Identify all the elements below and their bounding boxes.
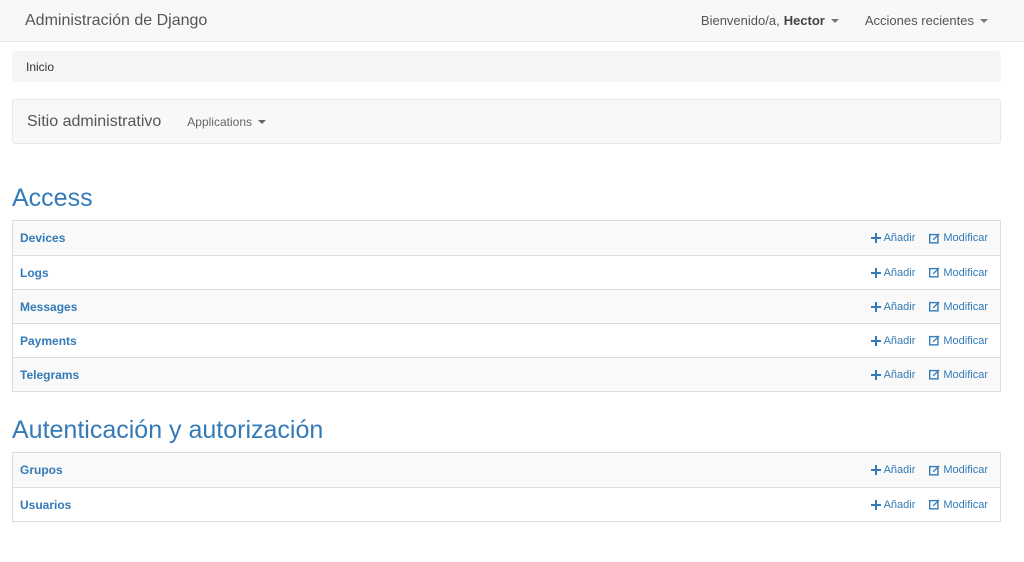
edit-icon bbox=[929, 267, 940, 278]
model-link[interactable]: Grupos bbox=[20, 463, 63, 477]
table-row: Logs Añadir Modificar bbox=[13, 255, 1000, 289]
change-label: Modificar bbox=[943, 464, 988, 476]
edit-icon bbox=[929, 301, 940, 312]
add-label: Añadir bbox=[883, 334, 916, 347]
applications-label: Applications bbox=[187, 114, 252, 129]
recent-actions-label: Acciones recientes bbox=[864, 13, 974, 28]
change-label: Modificar bbox=[943, 232, 988, 244]
row-actions: Añadir Modificar bbox=[870, 464, 988, 476]
site-brand[interactable]: Administración de Django bbox=[25, 12, 207, 30]
model-link[interactable]: Messages bbox=[20, 300, 77, 314]
edit-icon bbox=[929, 232, 940, 244]
row-actions: Añadir Modificar bbox=[870, 334, 988, 347]
change-button[interactable]: Modificar bbox=[929, 335, 988, 347]
model-table: Grupos Añadir Modificar Usuarios Añadir Modif… bbox=[12, 452, 1001, 522]
add-label: Añadir bbox=[883, 464, 916, 476]
module-title[interactable]: Autenticación y autorización bbox=[12, 410, 1001, 446]
sub-navbar: Sitio administrativo Applications bbox=[12, 99, 1001, 144]
plus-icon bbox=[870, 499, 881, 510]
table-row: Telegrams Añadir Modificar bbox=[13, 357, 1000, 391]
change-button[interactable]: Modificar bbox=[929, 267, 988, 279]
chevron-down-icon bbox=[830, 18, 839, 23]
plus-icon bbox=[870, 301, 881, 312]
breadcrumb: Inicio bbox=[12, 51, 1001, 82]
edit-icon bbox=[929, 499, 940, 510]
add-button[interactable]: Añadir bbox=[870, 368, 916, 381]
username: Hector bbox=[783, 13, 825, 28]
change-button[interactable]: Modificar bbox=[929, 301, 988, 313]
add-button[interactable]: Añadir bbox=[870, 334, 916, 347]
model-link[interactable]: Usuarios bbox=[20, 498, 71, 512]
add-label: Añadir bbox=[883, 368, 916, 381]
table-row: Devices Añadir Modificar bbox=[13, 221, 1000, 255]
change-button[interactable]: Modificar bbox=[929, 232, 988, 244]
welcome-text: Bienvenido/a, bbox=[700, 13, 780, 28]
add-label: Añadir bbox=[883, 498, 916, 511]
row-actions: Añadir Modificar bbox=[870, 232, 988, 244]
row-actions: Añadir Modificar bbox=[870, 498, 988, 511]
add-label: Añadir bbox=[883, 266, 916, 279]
applications-menu[interactable]: Applications bbox=[187, 115, 266, 129]
plus-icon bbox=[870, 267, 881, 278]
change-label: Modificar bbox=[943, 266, 988, 279]
app-module: Access Devices Añadir Modificar Logs Añadir Mo… bbox=[12, 178, 1001, 392]
add-button[interactable]: Añadir bbox=[870, 300, 916, 313]
app-modules: Access Devices Añadir Modificar Logs Añadir Mo… bbox=[0, 178, 1024, 522]
model-table: Devices Añadir Modificar Logs Añadir Modifica… bbox=[12, 220, 1001, 392]
change-label: Modificar bbox=[943, 334, 988, 347]
breadcrumb-home[interactable]: Inicio bbox=[26, 60, 54, 74]
plus-icon bbox=[870, 465, 881, 475]
edit-icon bbox=[929, 464, 940, 476]
subnav-title[interactable]: Sitio administrativo bbox=[27, 113, 161, 131]
navbar-right: Bienvenido/a, Hector Acciones recientes bbox=[701, 13, 988, 28]
table-row: Grupos Añadir Modificar bbox=[13, 453, 1000, 487]
table-row: Messages Añadir Modificar bbox=[13, 289, 1000, 323]
model-link[interactable]: Logs bbox=[20, 266, 49, 280]
plus-icon bbox=[870, 369, 881, 380]
row-actions: Añadir Modificar bbox=[870, 368, 988, 381]
chevron-down-icon bbox=[980, 18, 988, 23]
table-row: Usuarios Añadir Modificar bbox=[13, 487, 1000, 521]
table-row: Payments Añadir Modificar bbox=[13, 323, 1000, 357]
change-button[interactable]: Modificar bbox=[929, 464, 988, 476]
row-actions: Añadir Modificar bbox=[870, 266, 988, 279]
change-button[interactable]: Modificar bbox=[929, 369, 988, 381]
recent-actions-menu[interactable]: Acciones recientes bbox=[865, 13, 988, 28]
add-label: Añadir bbox=[883, 300, 916, 313]
app-module: Autenticación y autorización Grupos Añadir… bbox=[12, 410, 1001, 522]
chevron-down-icon bbox=[258, 119, 266, 124]
change-button[interactable]: Modificar bbox=[929, 499, 988, 511]
add-button[interactable]: Añadir bbox=[870, 498, 916, 511]
edit-icon bbox=[929, 335, 940, 346]
model-link[interactable]: Payments bbox=[20, 334, 77, 348]
user-menu[interactable]: Bienvenido/a, Hector bbox=[701, 13, 839, 28]
add-button[interactable]: Añadir bbox=[870, 232, 916, 244]
add-button[interactable]: Añadir bbox=[870, 266, 916, 279]
plus-icon bbox=[870, 233, 881, 243]
change-label: Modificar bbox=[943, 498, 988, 511]
top-navbar: Administración de Django Bienvenido/a, H… bbox=[0, 0, 1024, 42]
module-title[interactable]: Access bbox=[12, 178, 1001, 214]
add-button[interactable]: Añadir bbox=[870, 464, 916, 476]
add-label: Añadir bbox=[883, 232, 916, 244]
model-link[interactable]: Devices bbox=[20, 231, 65, 245]
change-label: Modificar bbox=[943, 300, 988, 313]
model-link[interactable]: Telegrams bbox=[20, 368, 79, 382]
change-label: Modificar bbox=[943, 368, 988, 381]
plus-icon bbox=[870, 335, 881, 346]
row-actions: Añadir Modificar bbox=[870, 300, 988, 313]
edit-icon bbox=[929, 369, 940, 380]
